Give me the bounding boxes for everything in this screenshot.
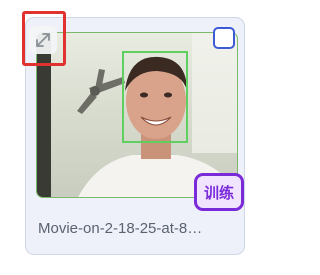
face-detection-box [122,51,188,143]
train-badge: 训练 [194,173,244,211]
ceiling-fan [77,69,125,114]
expand-button[interactable] [29,26,57,54]
select-checkbox[interactable] [213,27,235,49]
file-name: Movie-on-2-18-25-at-8… [38,220,203,237]
expand-arrows-icon [36,33,50,47]
